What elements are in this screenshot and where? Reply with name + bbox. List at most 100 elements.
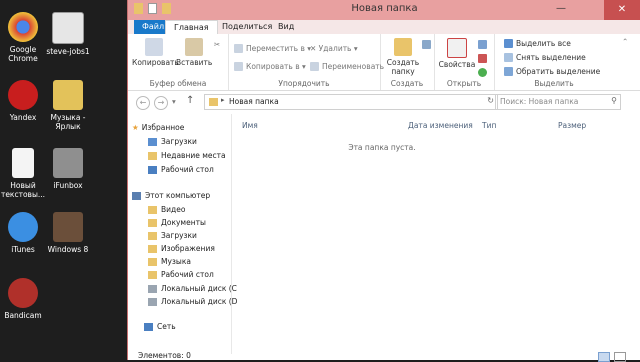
nav-favorites[interactable]: ★ Избранное — [132, 123, 184, 132]
ifunbox-icon — [53, 148, 83, 178]
up-button[interactable]: ↑ — [186, 95, 194, 106]
computer-icon — [132, 191, 141, 200]
nav-item-desktop-pc[interactable]: Рабочий стол — [148, 270, 214, 279]
invert-selection-button[interactable]: Обратить выделение — [504, 67, 600, 76]
ribbon-tabs: Файл Главная Поделиться Вид — [128, 20, 640, 35]
cut-icon[interactable]: ✂ — [214, 40, 220, 49]
title-bar: Новая папка — ✕ — [128, 0, 640, 20]
large-icons-view-icon[interactable] — [614, 352, 626, 362]
select-all-button[interactable]: Выделить все — [504, 39, 571, 48]
pictures-folder-icon — [148, 244, 157, 253]
search-box[interactable]: Поиск: Новая папка ⚲ — [495, 94, 621, 110]
nav-this-pc[interactable]: Этот компьютер — [132, 191, 210, 200]
address-path: Новая папка — [229, 97, 279, 106]
history-icon[interactable] — [478, 68, 490, 77]
move-icon — [234, 44, 243, 53]
disk-icon — [148, 284, 157, 293]
downloads-folder-icon — [148, 231, 157, 240]
column-header-date[interactable]: Дата изменения — [408, 121, 473, 130]
new-folder-icon — [394, 38, 412, 56]
delete-button[interactable]: ✕ Удалить ▾ — [310, 44, 358, 53]
nav-item-disk-d[interactable]: Локальный диск (D — [148, 297, 237, 306]
back-button[interactable]: ← — [136, 96, 150, 110]
group-select: Выделить все Снять выделение Обратить вы… — [494, 34, 614, 90]
group-create: Создать папку Создать — [380, 34, 435, 90]
tab-view[interactable]: Вид — [270, 20, 302, 34]
close-button[interactable]: ✕ — [604, 0, 640, 20]
minimize-button[interactable]: — — [556, 3, 566, 14]
tab-home[interactable]: Главная — [165, 20, 218, 35]
desktop-icon-label: steve-jobs1 — [46, 47, 90, 56]
video-folder-icon — [148, 205, 157, 214]
image-file-icon — [52, 12, 84, 44]
select-all-icon — [504, 39, 513, 48]
column-header-type[interactable]: Тип — [482, 121, 496, 130]
forward-button[interactable]: → — [154, 96, 168, 110]
file-list[interactable]: Имя Дата изменения Тип Размер Эта папка … — [232, 114, 640, 354]
copy-to-button[interactable]: Копировать в ▾ — [234, 62, 306, 71]
copy-to-icon — [234, 62, 243, 71]
column-header-name[interactable]: Имя — [242, 121, 258, 130]
bandicam-icon — [8, 278, 38, 308]
yandex-icon — [8, 80, 38, 110]
desktop-icon-steve-jobs[interactable]: steve-jobs1 — [40, 12, 96, 56]
rename-button[interactable]: Переименовать — [310, 62, 384, 71]
nav-item-pictures[interactable]: Изображения — [148, 244, 215, 253]
desktop-icon-ifunbox[interactable]: iFunbox — [40, 148, 96, 190]
nav-item-documents[interactable]: Документы — [148, 218, 206, 227]
new-folder-button[interactable]: Создать папку — [384, 38, 422, 76]
downloads-icon — [148, 137, 157, 146]
desktop-icon-bandicam[interactable]: Bandicam — [0, 278, 51, 320]
nav-item-downloads-pc[interactable]: Загрузки — [148, 231, 197, 240]
nav-item-video[interactable]: Видео — [148, 205, 185, 214]
recent-places-icon — [148, 151, 157, 160]
refresh-icon[interactable]: ↻ — [487, 96, 494, 105]
group-organize: Переместить в ▾ Копировать в ▾ ✕ Удалить… — [228, 34, 384, 90]
group-label: Открыть — [446, 79, 482, 88]
navigation-pane: ★ Избранное Загрузки Недавние места Рабоч… — [128, 114, 237, 354]
group-label: Выделить — [534, 79, 574, 88]
properties-button[interactable]: Свойства — [438, 38, 476, 69]
folder-icon — [209, 98, 218, 106]
nav-item-recent[interactable]: Недавние места — [148, 151, 226, 160]
copy-button[interactable]: Копировать — [132, 38, 179, 67]
search-input[interactable]: Поиск: Новая папка — [500, 97, 578, 106]
properties-icon — [447, 38, 467, 58]
desktop-icon — [148, 165, 157, 174]
open-icon[interactable] — [478, 40, 490, 49]
desktop-icon-windows8[interactable]: Windows 8 — [40, 212, 96, 254]
address-bar[interactable]: ▸ Новая папка ↻ — [204, 94, 498, 110]
paste-icon — [185, 38, 203, 56]
desktop-icon-label: Bandicam — [4, 311, 42, 320]
select-none-icon — [504, 53, 513, 62]
details-view-icon[interactable] — [598, 352, 610, 362]
chrome-icon — [8, 12, 38, 42]
select-none-button[interactable]: Снять выделение — [504, 53, 586, 62]
nav-item-downloads[interactable]: Загрузки — [148, 137, 197, 146]
edit-icon[interactable] — [478, 54, 490, 63]
group-label: Создать — [390, 79, 424, 88]
desktop-folder-icon — [148, 270, 157, 279]
collapse-ribbon-icon[interactable]: ⌃ — [622, 37, 628, 46]
itunes-icon — [8, 212, 38, 242]
explorer-window: Новая папка — ✕ Файл Главная Поделиться … — [127, 0, 640, 362]
paste-button[interactable]: Вставить — [176, 38, 212, 67]
recent-locations-icon[interactable]: ▾ — [172, 97, 176, 106]
column-header-size[interactable]: Размер — [558, 121, 586, 130]
navigation-bar: ← → ▾ ↑ ▸ Новая папка ↻ Поиск: Новая пап… — [128, 91, 640, 113]
desktop-icon-label: Музыка - Ярлык — [50, 113, 86, 131]
nav-item-disk-c[interactable]: Локальный диск (С — [148, 284, 237, 293]
group-clipboard: Копировать Вставить ✂ Буфер обмена — [128, 34, 229, 90]
disk-icon — [148, 297, 157, 306]
star-icon: ★ — [132, 123, 139, 132]
group-open: Свойства Открыть — [434, 34, 495, 90]
desktop-icon-music-shortcut[interactable]: Музыка - Ярлык — [40, 80, 96, 131]
new-item-icon[interactable] — [422, 40, 434, 49]
path-separator-icon: ▸ — [221, 96, 225, 104]
nav-item-music[interactable]: Музыка — [148, 257, 191, 266]
move-to-button[interactable]: Переместить в ▾ — [234, 44, 311, 53]
group-label: Буфер обмена — [149, 79, 207, 88]
desktop-icon-label: Windows 8 — [47, 245, 89, 254]
nav-item-desktop[interactable]: Рабочий стол — [148, 165, 214, 174]
nav-network[interactable]: Сеть — [144, 322, 176, 331]
